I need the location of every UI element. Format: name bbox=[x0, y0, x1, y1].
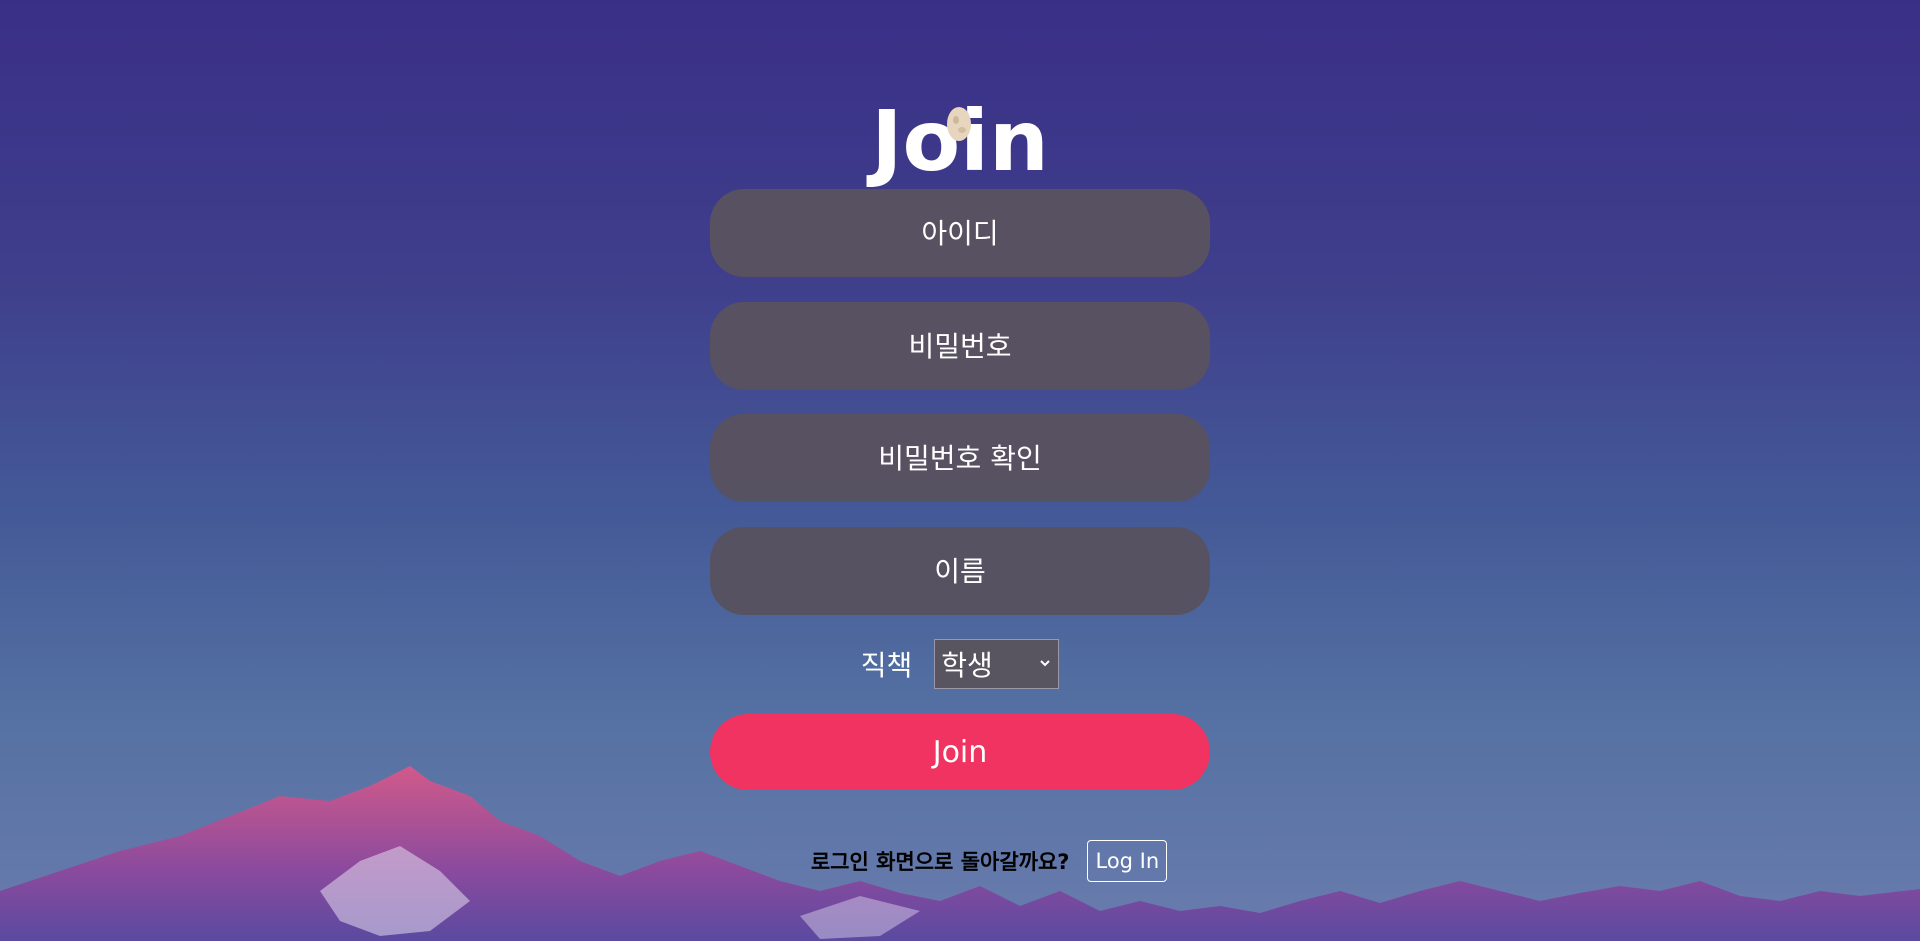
role-row: 직책 학생 bbox=[0, 638, 1920, 690]
join-button[interactable]: Join bbox=[710, 714, 1210, 790]
join-page: Join 직책 학생 Join 로그인 화면으로 돌아갈까요? Log In bbox=[0, 0, 1920, 941]
login-button[interactable]: Log In bbox=[1087, 840, 1168, 882]
role-label: 직책 bbox=[860, 649, 913, 682]
role-select-value: 학생 bbox=[941, 649, 993, 682]
back-to-login-prompt: 로그인 화면으로 돌아갈까요? bbox=[810, 850, 1070, 874]
password-input[interactable] bbox=[710, 302, 1210, 390]
role-select[interactable]: 학생 bbox=[934, 639, 1060, 689]
moon-icon bbox=[947, 107, 971, 141]
footer: 로그인 화면으로 돌아갈까요? Log In bbox=[0, 839, 1920, 883]
username-input[interactable] bbox=[710, 189, 1210, 277]
password-confirm-input[interactable] bbox=[710, 414, 1210, 502]
chevron-down-icon bbox=[1040, 660, 1050, 667]
name-input[interactable] bbox=[710, 527, 1210, 615]
